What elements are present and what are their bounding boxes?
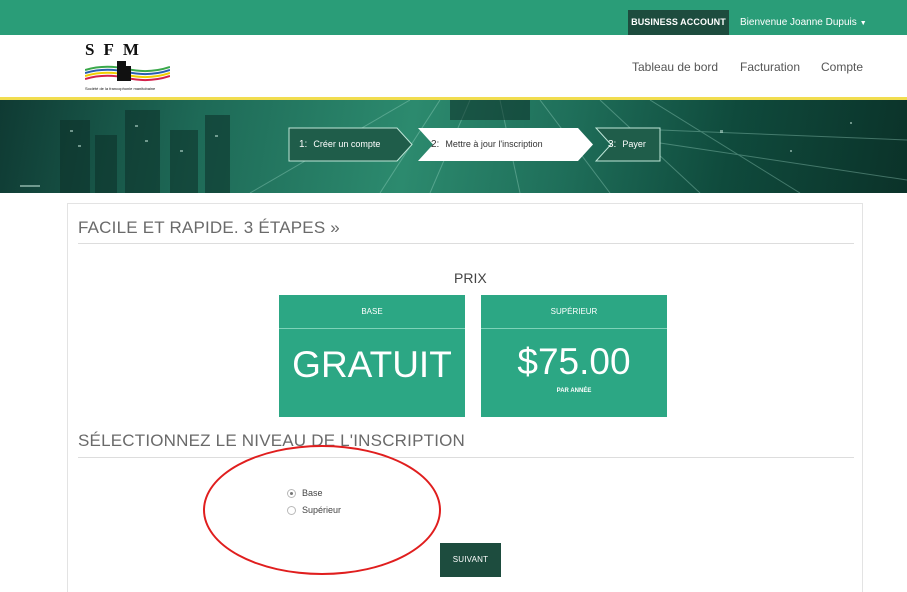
logo-letters: SFM [85, 40, 148, 59]
next-button[interactable]: SUIVANT [440, 543, 501, 577]
page-title: FACILE ET RAPIDE. 3 ÉTAPES » [78, 218, 340, 237]
step-create-account: 1: Créer un compte [299, 139, 381, 150]
top-bar: BUSINESS ACCOUNT Bienvenue Joanne Dupuis… [0, 0, 907, 35]
plan-price: GRATUIT [292, 344, 452, 385]
welcome-text: Bienvenue Joanne Dupuis [740, 17, 857, 28]
site-header: SFM Société de la francophonie manitobai… [0, 35, 907, 98]
logo-subtitle: Société de la francophonie manitobaine [85, 86, 156, 91]
plan-price: $75.00 [517, 341, 631, 382]
section-title: SÉLECTIONNEZ LE NIVEAU DE L'INSCRIPTION [78, 431, 466, 450]
caret-down-icon: ▼ [859, 20, 867, 27]
business-account-button[interactable]: BUSINESS ACCOUNT [628, 10, 729, 35]
step-update-registration: 2: Mettre à jour l'inscription [431, 139, 543, 150]
red-highlight-ellipse [203, 445, 441, 575]
plan-card-base: BASE GRATUIT [279, 295, 465, 417]
plan-period: PAR ANNÉE [556, 388, 592, 394]
steps-banner: 1: Créer un compte 2: Mettre à jour l'insc… [0, 100, 907, 193]
pricing-label: PRIX [454, 270, 487, 286]
logo-stripes-icon [85, 61, 170, 82]
plan-card-superieur: SUPÉRIEUR $75.00 PAR ANNÉE [481, 295, 667, 417]
plan-name: BASE [279, 295, 465, 329]
plan-name: SUPÉRIEUR [481, 295, 667, 329]
nav-account[interactable]: Compte [821, 60, 863, 74]
nav-billing[interactable]: Facturation [740, 60, 800, 74]
step-pay: 3: Payer [608, 139, 646, 150]
title-divider [78, 243, 854, 244]
registration-card [67, 203, 863, 592]
user-menu[interactable]: Bienvenue Joanne Dupuis ▼ [740, 10, 867, 35]
section-divider [78, 457, 854, 458]
sfm-logo[interactable]: SFM Société de la francophonie manitobai… [85, 40, 180, 96]
nav-dashboard[interactable]: Tableau de bord [632, 60, 718, 74]
